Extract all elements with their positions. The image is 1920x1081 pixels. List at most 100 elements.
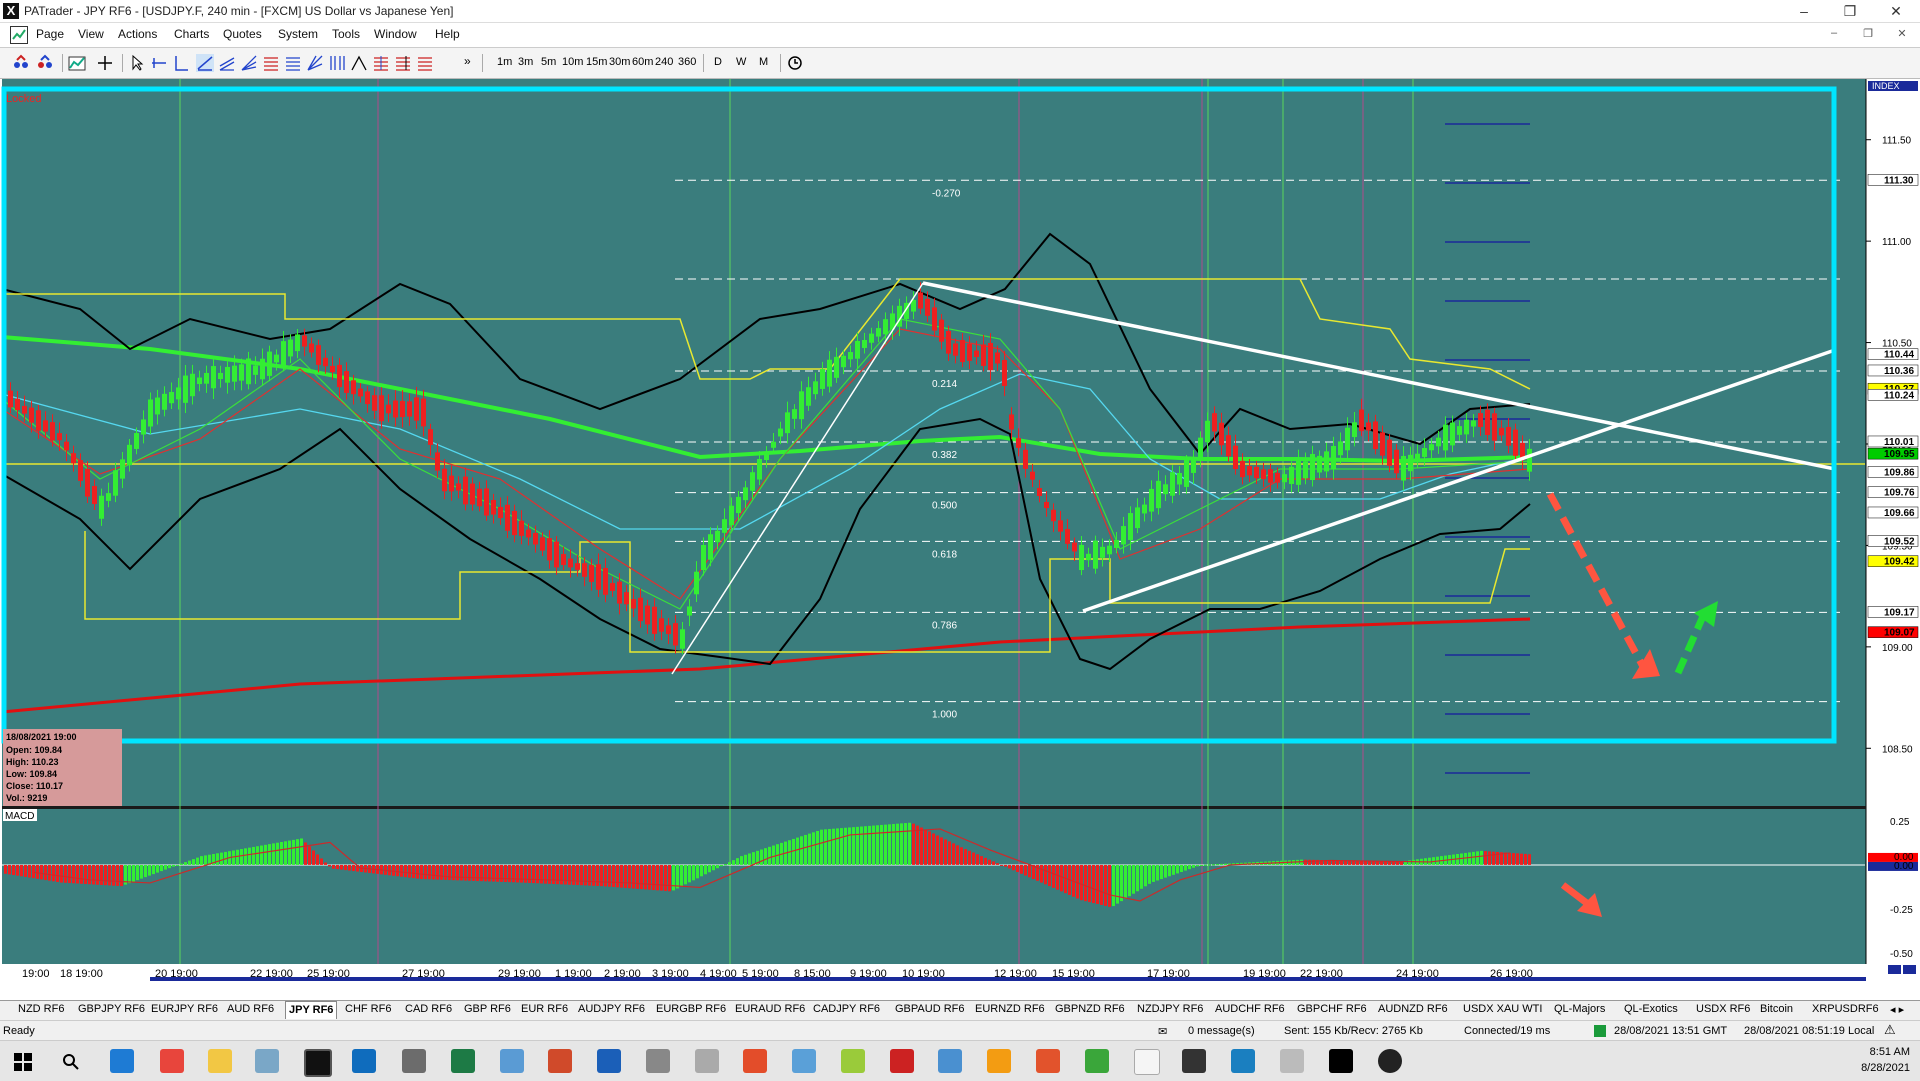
- triangle-icon[interactable]: [350, 54, 368, 72]
- symbol-tab[interactable]: NZD RF6: [18, 1003, 64, 1015]
- menu-tools[interactable]: Tools: [332, 27, 360, 41]
- taskbar-time[interactable]: 8:51 AM: [1870, 1046, 1910, 1058]
- timeframe-360[interactable]: 360: [678, 56, 696, 68]
- close-button[interactable]: ✕: [1874, 0, 1918, 22]
- timeframe-30m[interactable]: 30m: [609, 56, 630, 68]
- crosshair-icon[interactable]: [96, 54, 114, 72]
- symbol-tab[interactable]: GBPCHF RF6: [1297, 1003, 1367, 1015]
- trendline-icon[interactable]: [196, 54, 214, 72]
- zoom-in-icon[interactable]: [1903, 965, 1916, 974]
- excel-icon[interactable]: [451, 1049, 475, 1073]
- chart-menu-icon[interactable]: [10, 26, 28, 44]
- app-icon-11[interactable]: [1085, 1049, 1109, 1073]
- andrews-pitchfork-icon[interactable]: [394, 54, 412, 72]
- menu-quotes[interactable]: Quotes: [223, 27, 262, 41]
- timeframe-weekly[interactable]: W: [736, 56, 746, 68]
- windows-start-icon[interactable]: [14, 1053, 32, 1071]
- time-zones-icon[interactable]: [328, 54, 346, 72]
- macd-pane[interactable]: [2, 809, 1866, 964]
- mdi-minimize-button[interactable]: –: [1822, 27, 1846, 43]
- channel-icon[interactable]: [218, 54, 236, 72]
- app-icon-4[interactable]: [743, 1049, 767, 1073]
- unlink-chart-icon[interactable]: [36, 54, 54, 72]
- indicator-icon[interactable]: [68, 54, 86, 72]
- symbol-tab[interactable]: JPY RF6: [285, 1001, 338, 1019]
- fib-retracement-icon[interactable]: [262, 54, 280, 72]
- outlook-icon[interactable]: [352, 1049, 376, 1073]
- app-icon-14[interactable]: [1280, 1049, 1304, 1073]
- app-icon-5[interactable]: [792, 1049, 816, 1073]
- menu-view[interactable]: View: [78, 27, 104, 41]
- vertical-line-icon[interactable]: [172, 54, 190, 72]
- symbol-tab[interactable]: GBP RF6: [464, 1003, 511, 1015]
- symbol-tab[interactable]: GBPAUD RF6: [895, 1003, 964, 1015]
- symbol-tab[interactable]: EURJPY RF6: [151, 1003, 218, 1015]
- pointer-icon[interactable]: [128, 54, 146, 72]
- menu-window[interactable]: Window: [374, 27, 417, 41]
- chrome-icon[interactable]: [160, 1049, 184, 1073]
- symbol-tab[interactable]: AUDCHF RF6: [1215, 1003, 1285, 1015]
- mail-icon[interactable]: ✉: [1158, 1025, 1167, 1038]
- symbol-tab[interactable]: AUDNZD RF6: [1378, 1003, 1448, 1015]
- fan-icon[interactable]: [240, 54, 258, 72]
- status-messages[interactable]: 0 message(s): [1188, 1025, 1255, 1037]
- fib-extension-icon[interactable]: [284, 54, 302, 72]
- app-icon-9[interactable]: [987, 1049, 1011, 1073]
- gann-box-icon[interactable]: [416, 54, 434, 72]
- symbol-tab[interactable]: AUD RF6: [227, 1003, 274, 1015]
- symbol-tab[interactable]: USDX RF6: [1696, 1003, 1750, 1015]
- symbol-tab[interactable]: QL-Majors: [1554, 1003, 1605, 1015]
- symbol-tab[interactable]: Bitcoin: [1760, 1003, 1793, 1015]
- calculator-icon[interactable]: [402, 1049, 426, 1073]
- app-icon-2[interactable]: [646, 1049, 670, 1073]
- gann-fan-icon[interactable]: [306, 54, 324, 72]
- timeframe-10m[interactable]: 10m: [562, 56, 583, 68]
- mdi-close-button[interactable]: ✕: [1890, 27, 1914, 43]
- clock-icon[interactable]: [786, 54, 804, 72]
- timeframe-1m[interactable]: 1m: [497, 56, 512, 68]
- symbol-tab[interactable]: AUDJPY RF6: [578, 1003, 645, 1015]
- chart-window[interactable]: -0.270 0.214 0.382 0.500 0.618 0.786 1.000 111…: [0, 79, 1920, 982]
- menu-actions[interactable]: Actions: [118, 27, 157, 41]
- toolbar-overflow-button[interactable]: »: [464, 54, 471, 68]
- app-icon-6[interactable]: [841, 1049, 865, 1073]
- symbol-tab[interactable]: GBPJPY RF6: [78, 1003, 145, 1015]
- timeframe-15m[interactable]: 15m: [586, 56, 607, 68]
- app-icon-7[interactable]: [890, 1049, 914, 1073]
- mdi-restore-button[interactable]: ❐: [1856, 27, 1880, 43]
- chart-canvas[interactable]: -0.270 0.214 0.382 0.500 0.618 0.786 1.000 111…: [0, 79, 1920, 982]
- app-icon-3[interactable]: [695, 1049, 719, 1073]
- symbol-tab[interactable]: QL-Exotics: [1624, 1003, 1678, 1015]
- timeframe-240[interactable]: 240: [655, 56, 673, 68]
- zoom-out-icon[interactable]: [1888, 965, 1901, 974]
- alert-icon[interactable]: ⚠: [1884, 1022, 1896, 1038]
- notepad-icon[interactable]: [1134, 1049, 1160, 1075]
- timeframe-3m[interactable]: 3m: [518, 56, 533, 68]
- symbol-tab[interactable]: USDX XAU WTI: [1463, 1003, 1542, 1015]
- symbol-tab[interactable]: GBPNZD RF6: [1055, 1003, 1125, 1015]
- tab-scroll-arrows[interactable]: ◂ ▸: [1890, 1003, 1904, 1016]
- timeframe-5m[interactable]: 5m: [541, 56, 556, 68]
- timeframe-60m[interactable]: 60m: [632, 56, 653, 68]
- symbol-tab[interactable]: EURAUD RF6: [735, 1003, 805, 1015]
- search-icon[interactable]: [62, 1053, 80, 1071]
- patrader-icon[interactable]: [304, 1049, 332, 1077]
- word-icon[interactable]: [597, 1049, 621, 1073]
- powerpoint-icon[interactable]: [548, 1049, 572, 1073]
- edge-icon[interactable]: [110, 1049, 134, 1073]
- snipping-tool-icon[interactable]: [255, 1049, 279, 1073]
- link-chart-icon[interactable]: [12, 54, 30, 72]
- restore-button[interactable]: ❐: [1828, 0, 1872, 22]
- symbol-tab[interactable]: CAD RF6: [405, 1003, 452, 1015]
- symbol-tab[interactable]: EUR RF6: [521, 1003, 568, 1015]
- ic-markets-icon[interactable]: [1329, 1049, 1353, 1073]
- app-icon-15[interactable]: [1378, 1049, 1402, 1073]
- timeframe-daily[interactable]: D: [714, 56, 722, 68]
- horizontal-line-icon[interactable]: [150, 54, 168, 72]
- symbol-tab[interactable]: CADJPY RF6: [813, 1003, 880, 1015]
- symbol-tab[interactable]: EURGBP RF6: [656, 1003, 726, 1015]
- app-icon-12[interactable]: [1182, 1049, 1206, 1073]
- app-icon-10[interactable]: [1036, 1049, 1060, 1073]
- menu-system[interactable]: System: [278, 27, 318, 41]
- app-icon-8[interactable]: [938, 1049, 962, 1073]
